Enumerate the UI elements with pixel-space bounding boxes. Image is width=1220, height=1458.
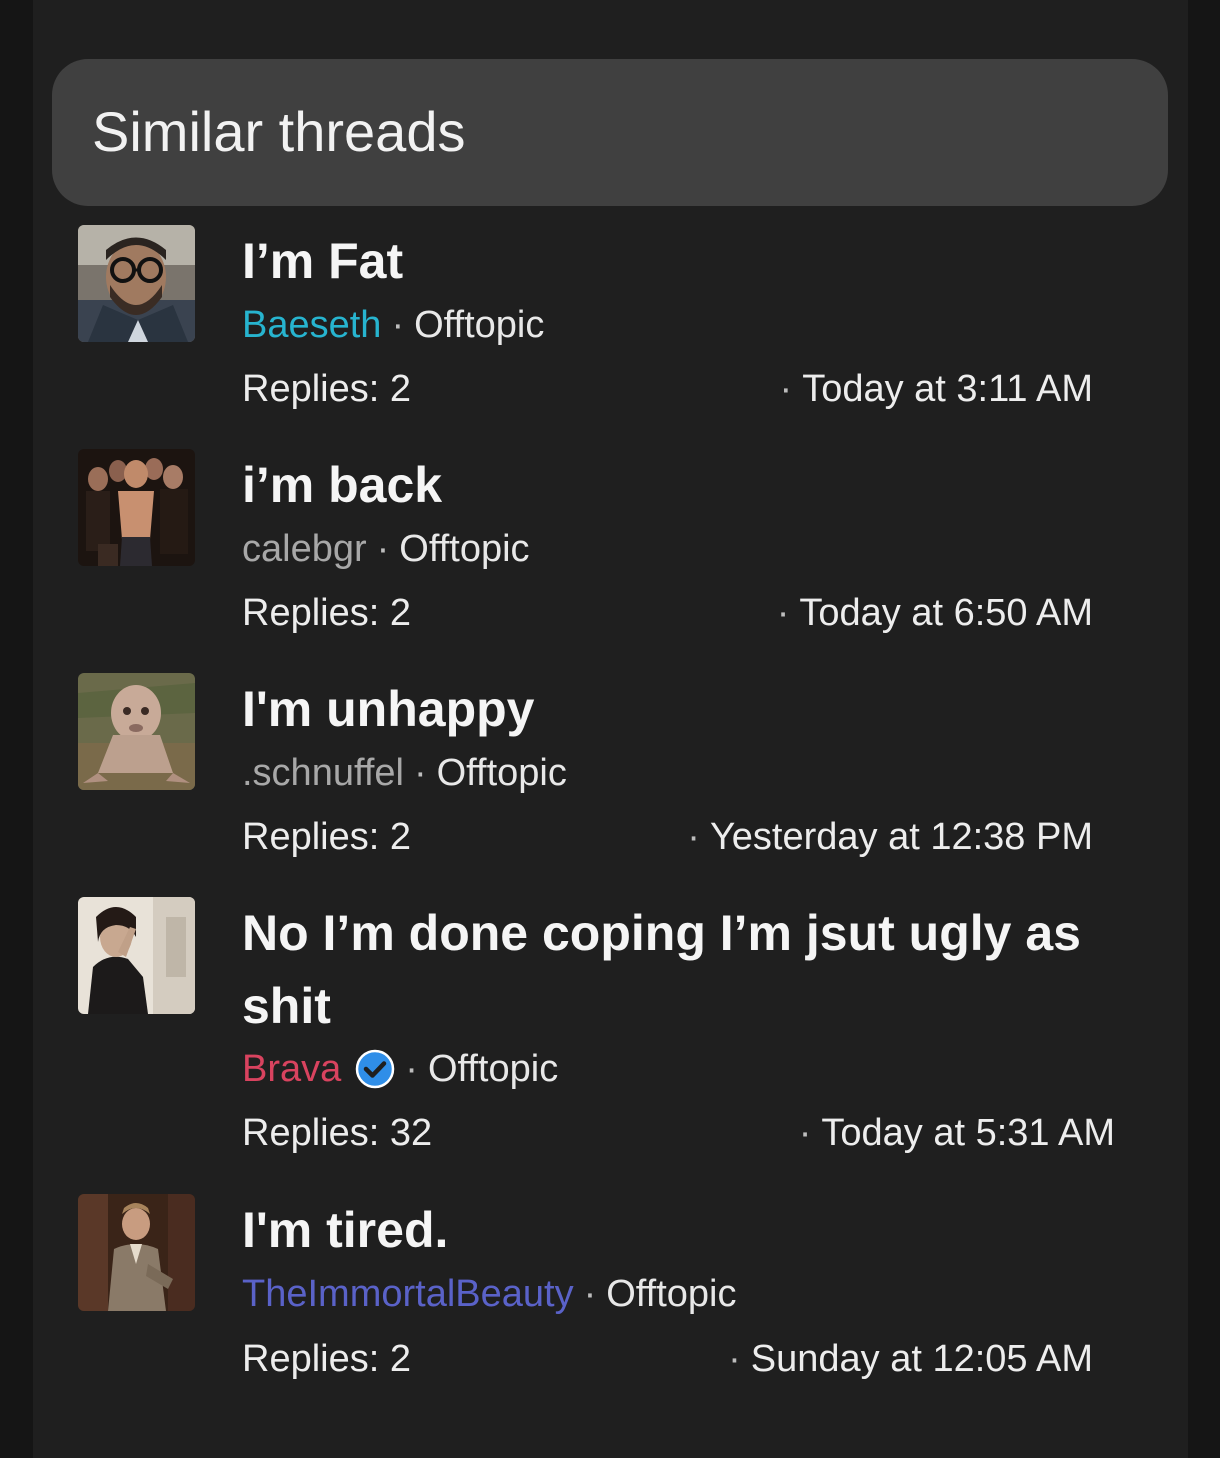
user-avatar-person-room[interactable]: [78, 897, 195, 1014]
thread-time-wrap: · Today at 3:11 AM: [780, 365, 1093, 413]
thread-title[interactable]: I'm unhappy: [242, 673, 1122, 746]
separator-dot: ·: [798, 1112, 812, 1154]
thread-meta: .schnuffel · Offtopic: [242, 749, 567, 797]
user-avatar-man-glasses[interactable]: [78, 225, 195, 342]
separator-dot: ·: [376, 528, 390, 570]
separator-dot: ·: [728, 1338, 741, 1380]
thread-meta: Baeseth · Offtopic: [242, 301, 544, 349]
thread-replies: Replies: 2: [242, 368, 411, 410]
separator-dot: ·: [779, 368, 793, 410]
thread-title[interactable]: I'm tired.: [242, 1194, 1122, 1267]
separator-dot: ·: [405, 1048, 418, 1090]
thread-author[interactable]: .schnuffel: [242, 749, 404, 797]
thread-replies: Replies: 2: [242, 1338, 411, 1380]
user-avatar-group-photo[interactable]: [78, 449, 195, 566]
thread-time-wrap: · Sunday at 12:05 AM: [728, 1335, 1093, 1383]
separator-dot: ·: [776, 592, 790, 634]
verified-badge-icon: [355, 1049, 395, 1089]
thread-author[interactable]: calebgr: [242, 525, 367, 573]
thread-meta: calebgr · Offtopic: [242, 525, 530, 573]
thread-replies: Replies: 2: [242, 592, 411, 634]
thread-time: Yesterday at 12:38 PM: [709, 816, 1093, 858]
similar-threads-header: Similar threads: [52, 59, 1168, 206]
thread-title[interactable]: i’m back: [242, 449, 1122, 522]
separator-dot: ·: [391, 304, 405, 346]
thread-author[interactable]: TheImmortalBeauty: [242, 1270, 574, 1318]
separator-dot: ·: [583, 1273, 597, 1315]
user-avatar-man-suit[interactable]: [78, 1194, 195, 1311]
thread-forum[interactable]: Offtopic: [428, 1045, 558, 1093]
thread-meta: Brava · Offtopic: [242, 1045, 558, 1093]
thread-forum[interactable]: Offtopic: [606, 1270, 736, 1318]
thread-time: Today at 3:11 AM: [802, 368, 1093, 410]
separator-dot: ·: [413, 752, 427, 794]
thread-title[interactable]: No I’m done coping I’m jsut ugly as shit: [242, 897, 1122, 1043]
thread-forum[interactable]: Offtopic: [437, 749, 567, 797]
thread-time-wrap: · Today at 6:50 AM: [777, 589, 1093, 637]
thread-replies: Replies: 32: [242, 1112, 433, 1154]
user-avatar-creature[interactable]: [78, 673, 195, 790]
thread-forum[interactable]: Offtopic: [399, 525, 529, 573]
thread-time-wrap: · Yesterday at 12:38 PM: [687, 813, 1093, 861]
thread-time: Sunday at 12:05 AM: [750, 1338, 1093, 1380]
thread-meta: TheImmortalBeauty · Offtopic: [242, 1270, 737, 1318]
thread-time-wrap: · Today at 5:31 AM: [799, 1109, 1115, 1157]
separator-dot: ·: [687, 816, 700, 858]
thread-time: Today at 5:31 AM: [821, 1112, 1115, 1154]
thread-author[interactable]: Brava: [242, 1045, 341, 1093]
thread-author[interactable]: Baeseth: [242, 301, 381, 349]
section-title: Similar threads: [92, 100, 466, 163]
thread-replies: Replies: 2: [242, 816, 411, 858]
thread-title[interactable]: I’m Fat: [242, 225, 1122, 298]
thread-time: Today at 6:50 AM: [799, 592, 1093, 634]
thread-forum[interactable]: Offtopic: [414, 301, 544, 349]
